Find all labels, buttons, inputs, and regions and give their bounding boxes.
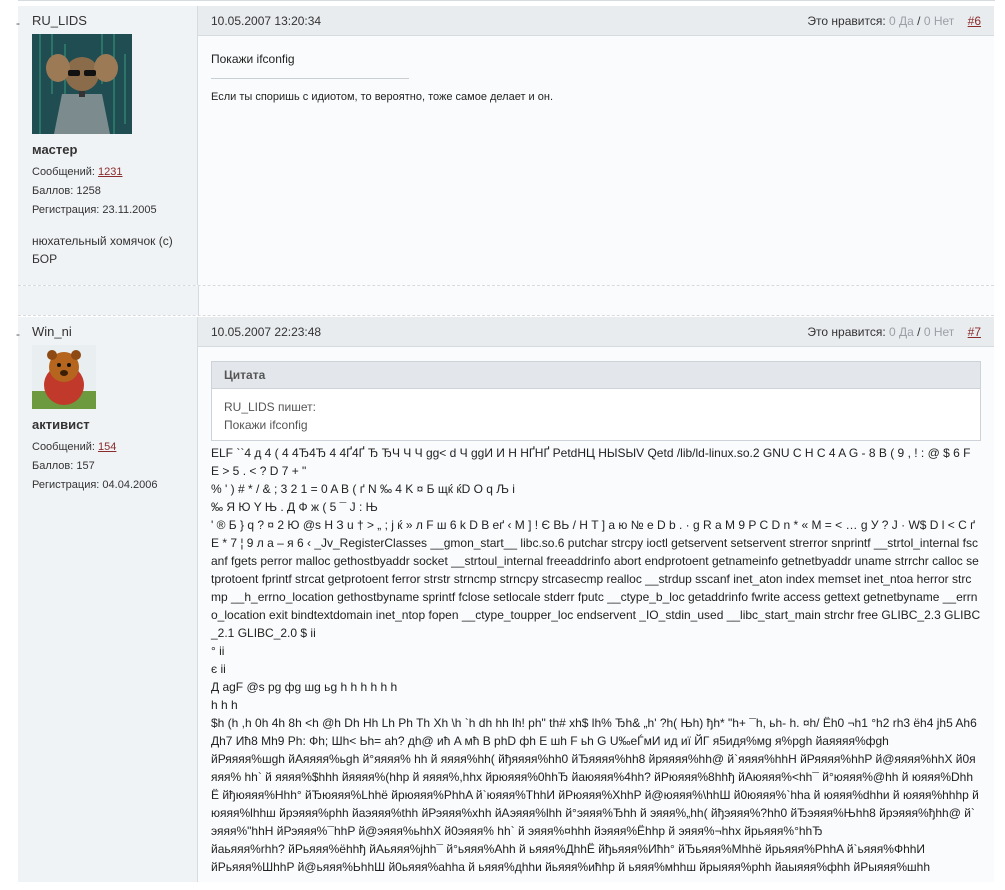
likes-block: Это нравится: 0 Да / 0 Нет #6 (807, 14, 981, 28)
post-author-panel: - Win_ni активист Сообщений: 154 Баллов:… (16, 317, 198, 882)
post-header: 10.05.2007 22:23:48 Это нравится: 0 Да /… (198, 317, 994, 347)
dump-line: йРьяяя%ШhhP й@ьяяя%ЬhhШ й0ьяяя%ahha й ья… (211, 860, 931, 874)
signature-divider (211, 78, 409, 79)
post-signature: Если ты споришь с идиотом, то вероятно, … (211, 91, 554, 103)
dump-line: Д agF @s pg фg шg ьg h h h h h h (211, 680, 398, 694)
dump-line: $h (h ,h 0h 4h 8h <h @h Dh Hh Lh Ph Th X… (211, 716, 977, 748)
dump-line: ° ii (211, 644, 225, 658)
post-text: Покажи ifconfig (211, 52, 295, 66)
likes-slash: / (917, 13, 921, 28)
dump-line: йРяяяя%шgh йАяяяя%ьgh й°яяяя% hh й яяяя%… (211, 752, 979, 838)
likes-label: Это нравится: (807, 13, 886, 28)
messages-label: Сообщений: (32, 166, 95, 178)
author-rank: активист (32, 417, 90, 432)
post-number-link[interactable]: #6 (968, 14, 981, 28)
post-content: 10.05.2007 13:20:34 Это нравится: 0 Да /… (198, 6, 994, 285)
post-date: 10.05.2007 13:20:34 (211, 13, 322, 28)
post-separator (18, 315, 994, 316)
binary-dump-text: ELF ``4 д 4 ( 4 4Ђ4Ђ 4 4Ґ4Ґ Ђ ЂЧ Ч Ч gg<… (211, 444, 981, 876)
quote-title: Цитата (212, 362, 980, 389)
author-username[interactable]: Win_ni (32, 324, 197, 339)
messages-label: Сообщений: (32, 441, 95, 453)
post-body: Покажи ifconfig Если ты споришь с идиото… (198, 36, 994, 120)
post-header: 10.05.2007 13:20:34 Это нравится: 0 Да /… (198, 6, 994, 36)
quote-author: RU_LIDS пишет: (224, 400, 316, 414)
post-content: 10.05.2007 22:23:48 Это нравится: 0 Да /… (198, 317, 994, 882)
author-stats: Сообщений: 1231 Баллов: 1258 Регистрация… (32, 163, 197, 220)
author-rank: мастер (32, 142, 78, 157)
post-date: 10.05.2007 22:23:48 (211, 324, 322, 339)
bullet-dash: - (16, 16, 20, 30)
quote-text: Покажи ifconfig (224, 418, 308, 432)
forum-page: - RU_LIDS мастер Сообщений: 1231 Баллов:… (0, 0, 1005, 882)
likes-yes[interactable]: 0 Да (889, 14, 914, 28)
author-status-text: нюхательный хомячок (с) БОР (32, 234, 173, 266)
top-divider (18, 0, 995, 1)
likes-no[interactable]: 0 Нет (924, 325, 954, 339)
dump-line: % ' ) # * / & ; 3 2 1 = 0 A B ( ґ N ‰ 4 … (211, 482, 515, 496)
dump-line: є ii (211, 662, 226, 676)
likes-label: Это нравится: (807, 324, 886, 339)
quote-block: Цитата RU_LIDS пишет: Покажи ifconfig (211, 361, 981, 441)
registration-date: Регистрация: 23.11.2005 (32, 204, 157, 216)
bullet-dash: - (16, 327, 20, 341)
avatar (32, 34, 132, 134)
dump-line: йаьяяя%rhh? йРьяяя%ёhhђ йАьяяя%jhh¯ й°ья… (211, 842, 926, 856)
points: Баллов: 1258 (32, 185, 101, 197)
post-number-link[interactable]: #7 (968, 325, 981, 339)
likes-block: Это нравится: 0 Да / 0 Нет #7 (807, 325, 981, 339)
avatar (32, 345, 96, 409)
post-gap (18, 286, 994, 315)
points: Баллов: 157 (32, 460, 95, 472)
messages-count-link[interactable]: 154 (98, 441, 116, 453)
forum-post: - Win_ni активист Сообщений: 154 Баллов:… (16, 317, 994, 882)
post-author-panel: - RU_LIDS мастер Сообщений: 1231 Баллов:… (16, 6, 198, 285)
likes-no[interactable]: 0 Нет (924, 14, 954, 28)
dump-line: ‰ Я Ю Y Њ . Д Ф ж ( 5 ¯ J : Њ (211, 500, 378, 514)
author-username[interactable]: RU_LIDS (32, 13, 197, 28)
forum-post: - RU_LIDS мастер Сообщений: 1231 Баллов:… (16, 6, 994, 285)
dump-line: ELF ``4 д 4 ( 4 4Ђ4Ђ 4 4Ґ4Ґ Ђ ЂЧ Ч Ч gg<… (211, 446, 971, 478)
dump-line: ' ® Б } q ? ¤ 2 Ю @s Н З u † > „ ; j ќ »… (211, 518, 981, 640)
likes-slash: / (917, 324, 921, 339)
registration-date: Регистрация: 04.04.2006 (32, 479, 158, 491)
likes-yes[interactable]: 0 Да (889, 325, 914, 339)
dump-line: h h h (211, 698, 238, 712)
author-stats: Сообщений: 154 Баллов: 157 Регистрация: … (32, 438, 197, 495)
messages-count-link[interactable]: 1231 (98, 166, 122, 178)
post-body: Цитата RU_LIDS пишет: Покажи ifconfig EL… (198, 347, 994, 890)
quote-body: RU_LIDS пишет: Покажи ifconfig (212, 389, 980, 440)
